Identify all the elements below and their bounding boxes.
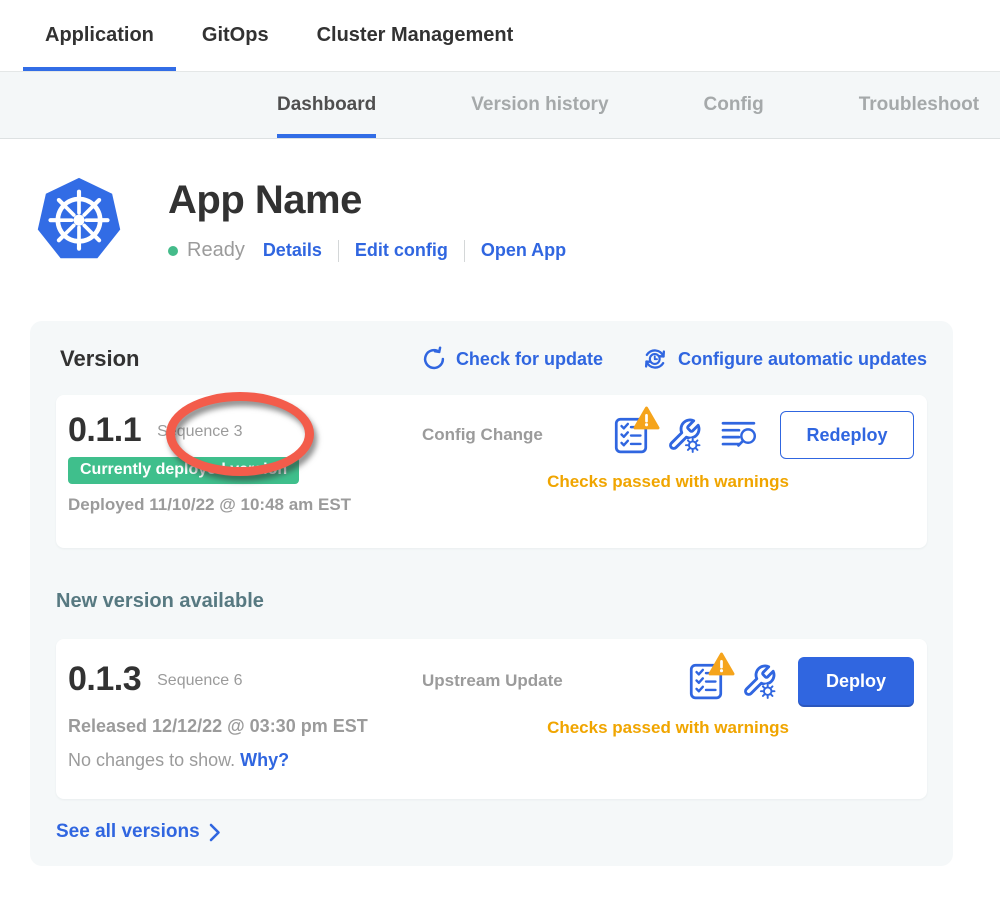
redeploy-button[interactable]: Redeploy [780, 411, 914, 459]
chevron-right-icon [209, 823, 221, 842]
version-panel: Version Check for update [30, 321, 953, 866]
see-all-versions-link[interactable]: See all versions [56, 821, 221, 843]
app-sub-nav: Dashboard Version history Config Trouble… [0, 72, 1000, 139]
new-version-heading: New version available [56, 590, 927, 613]
warning-triangle-icon [708, 652, 735, 677]
deploy-button[interactable]: Deploy [798, 657, 914, 705]
tab-cluster-management[interactable]: Cluster Management [295, 0, 536, 71]
current-version-number: 0.1.1 [68, 411, 141, 450]
preflight-checklist-icon[interactable] [613, 415, 649, 455]
details-link[interactable]: Details [263, 240, 322, 261]
divider [338, 240, 339, 262]
released-timestamp: Released 12/12/22 @ 03:30 pm EST [68, 716, 422, 737]
kubernetes-logo [33, 176, 125, 268]
tab-config[interactable]: Config [704, 72, 764, 138]
deployed-timestamp: Deployed 11/10/22 @ 10:48 am EST [68, 495, 422, 515]
tab-gitops[interactable]: GitOps [180, 0, 291, 71]
checks-status-text: Checks passed with warnings [422, 472, 914, 492]
currently-deployed-badge: Currently deployed version [68, 457, 299, 484]
app-header: App Name Ready Details Edit config Open … [33, 176, 1000, 268]
no-changes-text: No changes to show. [68, 750, 235, 770]
new-version-card: 0.1.3 Sequence 6 Released 12/12/22 @ 03:… [56, 639, 927, 799]
view-diff-icon[interactable] [719, 419, 759, 451]
status-ready-dot [168, 246, 178, 256]
tab-dashboard[interactable]: Dashboard [277, 72, 376, 138]
tab-application[interactable]: Application [23, 0, 176, 71]
divider [464, 240, 465, 262]
app-status-row: Ready Details Edit config Open App [168, 239, 566, 262]
warning-triangle-icon [633, 406, 660, 431]
version-source-label: Upstream Update [422, 671, 563, 691]
status-badge: Ready [187, 239, 245, 262]
edit-config-wrench-icon[interactable] [666, 417, 702, 453]
current-version-card: 0.1.1 Sequence 3 Currently deployed vers… [56, 395, 927, 548]
preflight-checklist-icon[interactable] [688, 661, 724, 701]
version-source-label: Config Change [422, 425, 543, 445]
app-title: App Name [168, 178, 566, 223]
check-for-update-link[interactable]: Check for update [421, 346, 603, 372]
edit-config-wrench-icon[interactable] [741, 663, 777, 699]
tab-version-history[interactable]: Version history [471, 72, 608, 138]
panel-title: Version [60, 346, 139, 372]
primary-nav: Application GitOps Cluster Management [0, 0, 1000, 72]
tab-troubleshoot[interactable]: Troubleshoot [859, 72, 979, 138]
refresh-icon [421, 346, 447, 372]
new-version-number: 0.1.3 [68, 660, 141, 699]
current-version-sequence: Sequence 3 [157, 419, 242, 441]
checks-status-text: Checks passed with warnings [422, 718, 914, 738]
new-version-sequence: Sequence 6 [157, 668, 242, 690]
configure-automatic-updates-link[interactable]: Configure automatic updates [641, 345, 927, 373]
open-app-link[interactable]: Open App [481, 240, 566, 261]
auto-update-clock-icon [641, 345, 669, 373]
edit-config-link[interactable]: Edit config [355, 240, 448, 261]
why-link[interactable]: Why? [240, 750, 289, 770]
